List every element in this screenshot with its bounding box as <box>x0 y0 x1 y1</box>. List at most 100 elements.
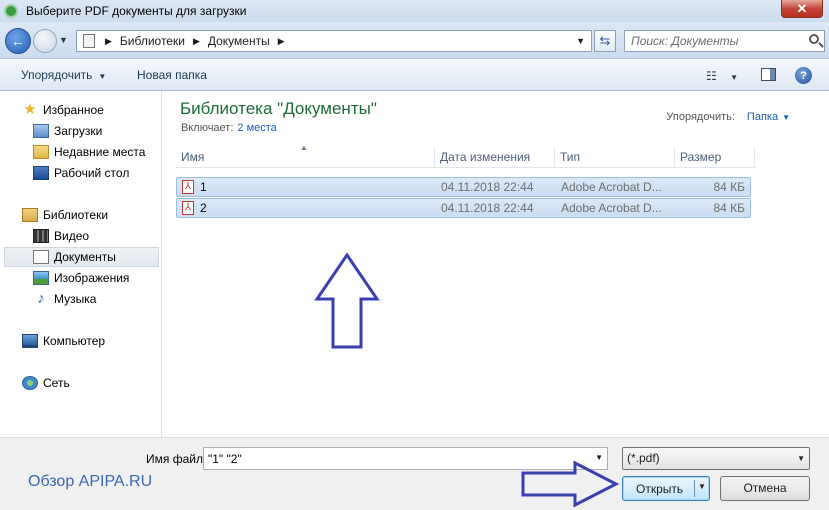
preview-pane-icon[interactable] <box>761 68 776 81</box>
breadcrumb-separator-icon[interactable]: ▶ <box>193 36 200 47</box>
libraries-icon <box>22 208 38 222</box>
arrange-label: Упорядочить: <box>666 111 735 123</box>
organize-button[interactable]: Упорядочить ▼ <box>21 68 106 82</box>
network-icon <box>22 376 38 390</box>
includes-label: Включает: <box>181 122 234 134</box>
breadcrumb-separator-icon[interactable]: ▶ <box>105 36 112 47</box>
forward-button[interactable] <box>33 29 57 53</box>
navigation-pane: ★ Избранное Загрузки Недавние места Рабо… <box>0 91 162 437</box>
column-header-type[interactable]: Тип <box>555 147 675 168</box>
address-row: ← ▼ ▶ Библиотеки ▶ Документы ▶ ▼ ⇆ <box>0 22 829 58</box>
search-input[interactable] <box>625 31 800 51</box>
nav-item-documents[interactable]: Документы <box>4 247 159 267</box>
file-date: 04.11.2018 22:44 <box>441 201 534 215</box>
nav-item-label: Видео <box>54 229 90 243</box>
file-list-pane: Библиотека "Документы" Включает: 2 места … <box>163 91 829 437</box>
chevron-down-icon: ▼ <box>98 72 107 81</box>
open-options-dropdown-icon[interactable]: ▼ <box>698 482 706 491</box>
includes-locations-link[interactable]: 2 места <box>237 122 276 134</box>
column-header-row: ▲ Имя Дата изменения Тип Размер <box>176 143 756 168</box>
breadcrumb-libraries[interactable]: Библиотеки <box>120 34 185 48</box>
nav-item-label: Документы <box>54 250 116 264</box>
address-dropdown-icon[interactable]: ▼ <box>576 36 585 46</box>
nav-item-label: Музыка <box>54 292 97 306</box>
nav-network[interactable]: Сеть <box>22 373 70 393</box>
filetype-select[interactable]: (*.pdf) ▼ <box>622 447 810 470</box>
recent-places-icon <box>33 145 49 159</box>
nav-libraries[interactable]: Библиотеки <box>22 205 108 225</box>
chevron-down-icon: ▼ <box>730 73 739 82</box>
file-type: Adobe Acrobat D... <box>561 180 662 194</box>
filetype-value: (*.pdf) <box>627 451 660 465</box>
open-button[interactable]: Открыть ▼ <box>622 476 710 501</box>
history-dropdown-icon[interactable]: ▼ <box>59 35 68 45</box>
arrange-by-dropdown[interactable]: Папка <box>747 111 778 123</box>
file-row[interactable]: ⅄ 1 04.11.2018 22:44 Adobe Acrobat D... … <box>176 177 751 197</box>
column-header-date[interactable]: Дата изменения <box>435 147 555 168</box>
refresh-button[interactable]: ⇆ <box>594 30 616 52</box>
file-name: 1 <box>200 180 207 194</box>
nav-network-label: Сеть <box>43 376 70 390</box>
file-type: Adobe Acrobat D... <box>561 201 662 215</box>
title-bar: Выберите PDF документы для загрузки ✕ <box>0 0 829 22</box>
nav-item-label: Недавние места <box>54 145 146 159</box>
organize-label: Упорядочить <box>21 68 93 82</box>
computer-icon <box>22 334 38 348</box>
address-bar[interactable]: ▶ Библиотеки ▶ Документы ▶ ▼ <box>76 30 592 52</box>
library-includes: Включает: 2 места <box>181 122 277 134</box>
window-title: Выберите PDF документы для загрузки <box>26 4 247 18</box>
pdf-file-icon: ⅄ <box>182 201 194 215</box>
split-divider <box>694 480 695 497</box>
column-header-name[interactable]: Имя <box>176 147 435 168</box>
view-options-button[interactable]: ☷ ▼ <box>706 69 738 83</box>
close-button[interactable]: ✕ <box>781 0 823 18</box>
nav-favorites-label: Избранное <box>43 103 104 117</box>
downloads-folder-icon <box>33 124 49 138</box>
cancel-button[interactable]: Отмена <box>720 476 810 501</box>
bottom-panel: Имя файла: ▼ (*.pdf) ▼ Обзор APIPA.RU От… <box>0 437 829 510</box>
music-note-icon: ♪ <box>37 290 45 307</box>
file-date: 04.11.2018 22:44 <box>441 180 534 194</box>
video-icon <box>33 229 49 243</box>
nav-item-downloads[interactable]: Загрузки <box>33 121 102 141</box>
nav-favorites[interactable]: ★ Избранное <box>22 100 104 120</box>
open-button-label: Открыть <box>636 482 684 496</box>
annotation-up-arrow-icon <box>314 252 380 349</box>
arrange-by: Упорядочить: Папка ▼ <box>666 111 790 123</box>
refresh-icon: ⇆ <box>599 33 611 48</box>
nav-item-desktop[interactable]: Рабочий стол <box>33 163 129 183</box>
location-folder-icon <box>83 34 95 48</box>
nav-item-label: Загрузки <box>54 124 103 138</box>
chevron-down-icon: ▼ <box>797 454 805 463</box>
file-name: 2 <box>200 201 207 215</box>
nav-item-music[interactable]: ♪ Музыка <box>33 289 96 309</box>
breadcrumb-documents[interactable]: Документы <box>208 34 270 48</box>
nav-item-label: Рабочий стол <box>54 166 130 180</box>
back-button[interactable]: ← <box>5 28 31 54</box>
chevron-down-icon[interactable]: ▼ <box>782 113 790 122</box>
breadcrumb-separator-icon[interactable]: ▶ <box>278 36 285 47</box>
nav-computer[interactable]: Компьютер <box>22 331 105 351</box>
images-icon <box>33 271 49 285</box>
search-icon[interactable] <box>809 34 819 44</box>
file-row[interactable]: ⅄ 2 04.11.2018 22:44 Adobe Acrobat D... … <box>176 198 751 218</box>
new-folder-button[interactable]: Новая папка <box>137 68 207 82</box>
desktop-icon <box>33 166 49 180</box>
column-header-size[interactable]: Размер <box>675 147 755 168</box>
app-icon <box>4 4 18 18</box>
watermark-text: Обзор APIPA.RU <box>28 473 153 490</box>
nav-computer-label: Компьютер <box>43 334 106 348</box>
annotation-right-arrow-icon <box>521 460 620 508</box>
back-arrow-icon: ← <box>11 33 25 49</box>
search-box <box>624 30 825 52</box>
documents-icon <box>33 250 49 264</box>
file-size: 84 КБ <box>713 201 745 215</box>
nav-item-label: Изображения <box>54 271 130 285</box>
pdf-file-icon: ⅄ <box>182 180 194 194</box>
help-icon[interactable]: ? <box>795 67 812 84</box>
nav-item-recent-places[interactable]: Недавние места <box>33 142 145 162</box>
library-title: Библиотека "Документы" <box>180 99 377 118</box>
file-size: 84 КБ <box>713 180 745 194</box>
nav-item-images[interactable]: Изображения <box>33 268 129 288</box>
nav-item-video[interactable]: Видео <box>33 226 89 246</box>
